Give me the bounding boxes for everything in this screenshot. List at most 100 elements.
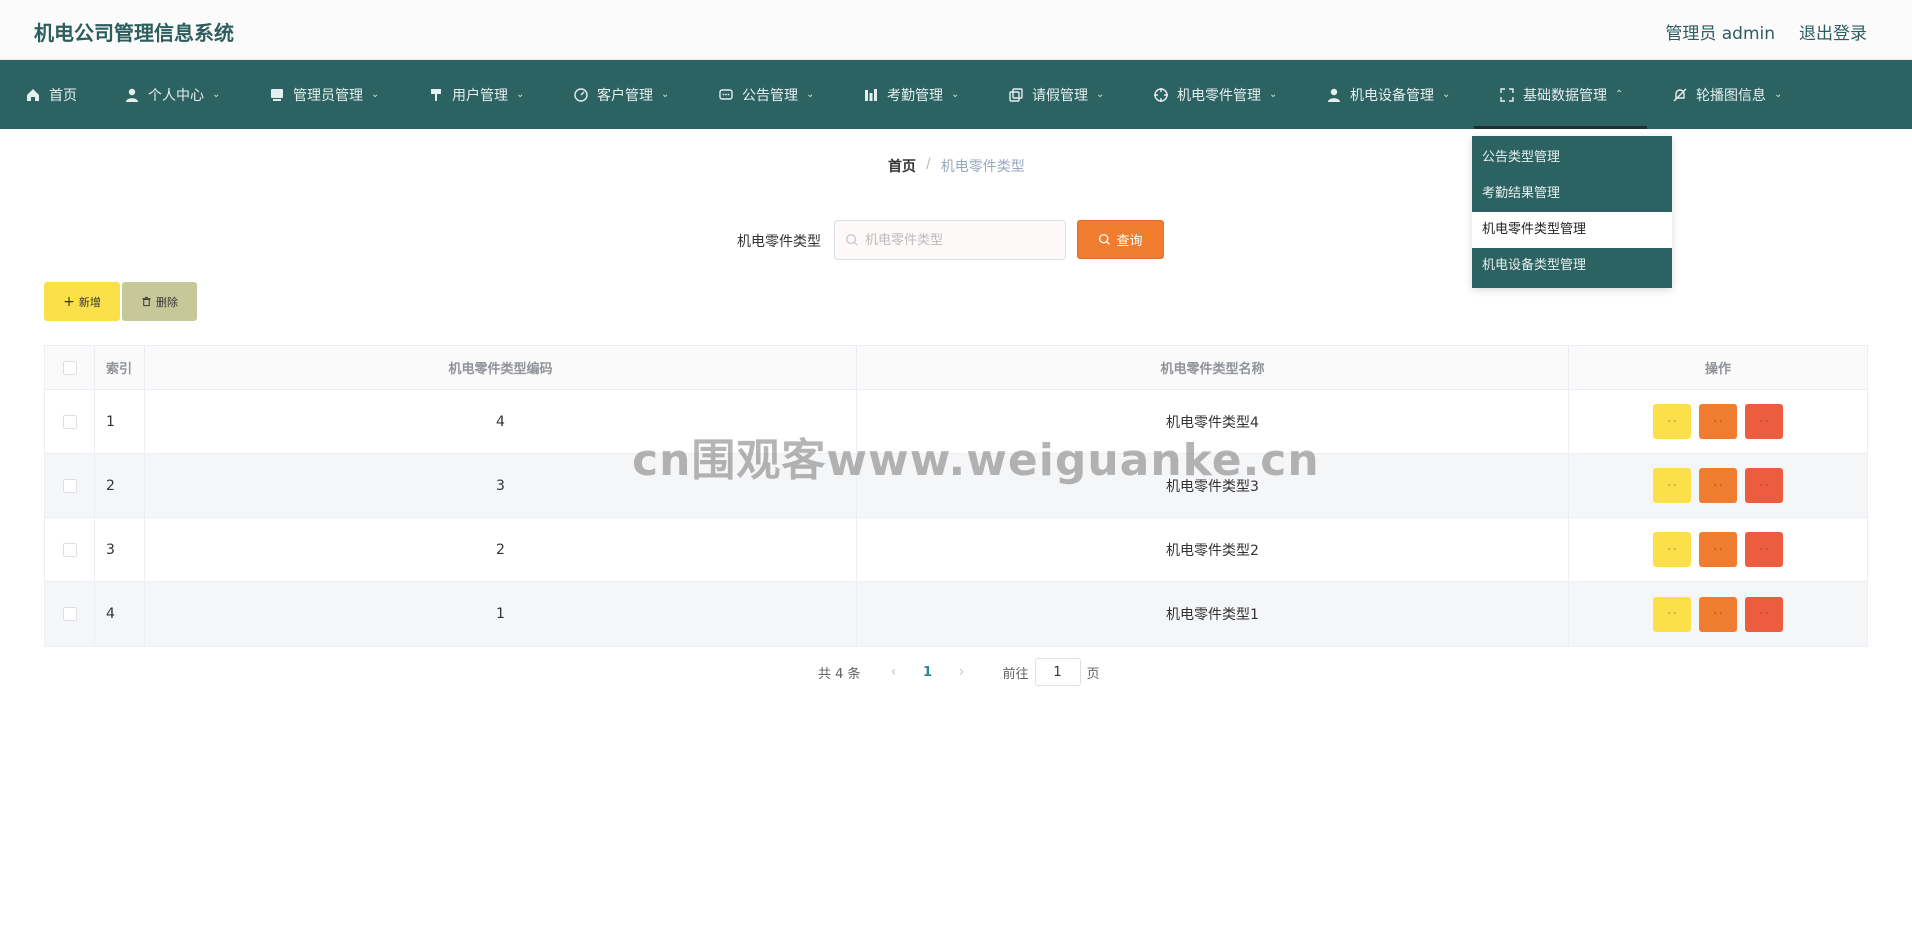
top-header: 机电公司管理信息系统 管理员 admin 退出登录	[0, 0, 1912, 60]
user-area: 管理员 admin 退出登录	[1665, 19, 1867, 44]
breadcrumb-separator: /	[926, 156, 931, 172]
header-operation: 操作	[1704, 362, 1731, 377]
users-icon	[427, 86, 444, 103]
chevron-down-icon: ⌄	[806, 89, 815, 100]
goto-label: 前往	[1002, 666, 1029, 682]
cell-operations: · · · · · ·	[1569, 390, 1867, 453]
row-delete-button[interactable]: · ·	[1745, 532, 1783, 567]
nav-item-label: 请假管理	[1032, 87, 1088, 104]
edit-button[interactable]: · ·	[1699, 404, 1737, 439]
chevron-down-icon: ⌄	[212, 89, 221, 100]
view-button[interactable]: · ·	[1653, 532, 1691, 567]
cell-operations: · · · · · ·	[1569, 454, 1867, 517]
query-button[interactable]: 查询	[1077, 220, 1164, 259]
delete-button[interactable]: 删除	[122, 282, 197, 321]
nav-item-label: 考勤管理	[887, 87, 943, 104]
edit-button[interactable]: · ·	[1699, 468, 1737, 503]
nav-item-parts[interactable]: 机电零件管理 ⌄	[1150, 60, 1279, 129]
row-checkbox[interactable]	[62, 478, 77, 493]
chevron-down-icon: ⌄	[516, 89, 525, 100]
breadcrumb-current: 机电零件类型	[940, 159, 1025, 175]
dropdown-item-equipment-types[interactable]: 机电设备类型管理	[1472, 248, 1672, 284]
edit-button[interactable]: · ·	[1699, 532, 1737, 567]
view-button[interactable]: · ·	[1653, 404, 1691, 439]
view-button[interactable]: · ·	[1653, 468, 1691, 503]
chevron-down-icon: ⌄	[1774, 89, 1783, 100]
dropdown-item-notice-types[interactable]: 公告类型管理	[1472, 140, 1672, 176]
row-checkbox[interactable]	[62, 414, 77, 429]
page-number[interactable]: 1	[913, 665, 943, 680]
data-table: 索引 机电零件类型编码 机电零件类型名称 操作 1 4 机电零件类型4 · · …	[44, 345, 1868, 647]
nav-item-label: 首页	[49, 87, 77, 104]
person-icon	[1325, 86, 1342, 103]
cell-name: 机电零件类型3	[857, 454, 1569, 517]
row-checkbox[interactable]	[62, 607, 77, 621]
edit-button[interactable]: · ·	[1699, 596, 1737, 632]
pagination: 共 4 条 ‹ 1 › 前往 页	[818, 658, 1100, 686]
row-checkbox[interactable]	[62, 542, 77, 557]
nav-item-base-data[interactable]: 基础数据管理 ⌃	[1474, 60, 1647, 129]
add-button[interactable]: + 新增	[44, 282, 120, 321]
nav-item-users[interactable]: 用户管理 ⌄	[425, 60, 526, 129]
row-delete-button[interactable]: · ·	[1745, 468, 1783, 503]
nav-item-label: 轮播图信息	[1696, 87, 1766, 104]
table-header-row: 索引 机电零件类型编码 机电零件类型名称 操作	[45, 346, 1867, 390]
nav-item-equipment[interactable]: 机电设备管理 ⌄	[1323, 60, 1452, 129]
nav-item-admin[interactable]: 管理员管理 ⌄	[266, 60, 381, 129]
plus-icon: +	[63, 293, 75, 310]
cell-index: 1	[95, 390, 145, 453]
nav-item-home[interactable]: 首页	[22, 60, 77, 129]
nav-item-notices[interactable]: 公告管理 ⌄	[715, 60, 816, 129]
cell-index: 4	[95, 582, 145, 646]
chart-icon	[862, 86, 879, 103]
chat-icon	[717, 86, 734, 103]
row-delete-button[interactable]: · ·	[1745, 596, 1783, 632]
chevron-down-icon: ⌄	[371, 89, 380, 100]
cell-code: 4	[145, 390, 857, 453]
search-icon	[845, 233, 859, 247]
next-page-icon[interactable]: ›	[943, 664, 981, 680]
compass-icon	[572, 86, 589, 103]
cell-name: 机电零件类型1	[857, 582, 1569, 646]
cell-code: 2	[145, 518, 857, 581]
nav-item-attendance[interactable]: 考勤管理 ⌄	[860, 60, 961, 129]
current-user-label[interactable]: 管理员 admin	[1665, 19, 1775, 44]
nav-item-label: 公告管理	[742, 87, 798, 104]
chevron-down-icon: ⌄	[1269, 89, 1278, 100]
view-button[interactable]: · ·	[1653, 596, 1691, 632]
nav-item-carousel[interactable]: 轮播图信息 ⌄	[1669, 60, 1784, 129]
search-icon	[1098, 233, 1111, 246]
chevron-down-icon: ⌄	[1096, 89, 1105, 100]
select-all-checkbox[interactable]	[62, 360, 77, 375]
breadcrumb-home[interactable]: 首页	[888, 156, 916, 176]
nav-item-label: 用户管理	[452, 87, 508, 104]
chevron-up-icon: ⌃	[1615, 89, 1624, 100]
nav-item-label: 管理员管理	[293, 87, 363, 104]
app-title: 机电公司管理信息系统	[34, 21, 234, 45]
dropdown-item-attendance-results[interactable]: 考勤结果管理	[1472, 176, 1672, 212]
row-delete-button[interactable]: · ·	[1745, 404, 1783, 439]
query-button-label: 查询	[1116, 234, 1143, 249]
table-row: 3 2 机电零件类型2 · · · · · ·	[45, 518, 1867, 582]
goto-page-input[interactable]	[1034, 658, 1081, 686]
search-input[interactable]	[865, 232, 1045, 248]
header-name: 机电零件类型名称	[857, 346, 1569, 389]
nav-item-customers[interactable]: 客户管理 ⌄	[570, 60, 671, 129]
admin-icon	[268, 86, 285, 103]
bell-off-icon	[1671, 86, 1688, 103]
fullscreen-icon	[1498, 86, 1515, 103]
breadcrumb: 首页 / 机电零件类型	[888, 156, 1025, 176]
prev-page-icon[interactable]: ‹	[875, 664, 913, 680]
cell-index: 2	[95, 454, 145, 517]
cell-index: 3	[95, 518, 145, 581]
pagination-total: 共 4 条	[818, 666, 861, 682]
logout-link[interactable]: 退出登录	[1799, 19, 1867, 44]
user-icon	[123, 86, 140, 103]
header-code: 机电零件类型编码	[145, 346, 857, 389]
dropdown-item-part-types[interactable]: 机电零件类型管理	[1472, 212, 1672, 248]
cell-name: 机电零件类型4	[857, 390, 1569, 453]
nav-item-profile[interactable]: 个人中心 ⌄	[121, 60, 222, 129]
base-data-dropdown: 公告类型管理 考勤结果管理 机电零件类型管理 机电设备类型管理	[1472, 136, 1672, 288]
search-field[interactable]	[834, 220, 1066, 260]
nav-item-leave[interactable]: 请假管理 ⌄	[1005, 60, 1106, 129]
